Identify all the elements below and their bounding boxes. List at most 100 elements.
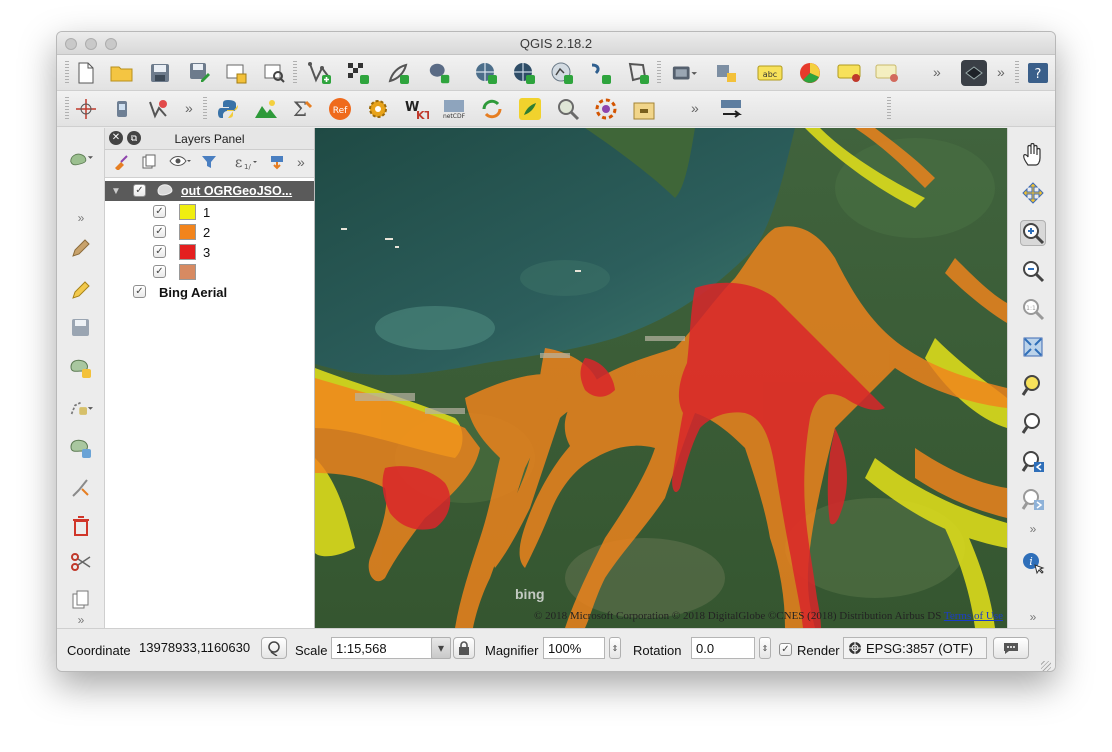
toolbar-grip[interactable] <box>65 61 69 85</box>
toolbar-overflow-icon[interactable]: » <box>997 64 1005 80</box>
field-calculator-icon[interactable]: Σ <box>289 96 315 122</box>
toolbar-overflow-icon[interactable]: » <box>933 64 941 80</box>
legend-checkbox[interactable]: ✓ <box>153 265 166 278</box>
node-tool-icon[interactable] <box>69 396 93 420</box>
new-print-composer-icon[interactable] <box>223 60 249 86</box>
rotation-field[interactable]: 0.0 <box>691 637 755 659</box>
plugins-icon[interactable] <box>365 96 391 122</box>
zoom-native-icon[interactable]: 1:1 <box>1020 296 1046 322</box>
toolbar-overflow-icon[interactable]: » <box>185 100 193 116</box>
scale-field[interactable]: 1:15,568 <box>331 637 435 659</box>
toolbar-overflow-icon[interactable]: » <box>297 154 305 170</box>
new-project-icon[interactable] <box>73 60 99 86</box>
toolbar-overflow-icon[interactable]: » <box>691 100 699 116</box>
layer-row-bing[interactable]: ✓ Bing Aerial <box>105 282 314 302</box>
cut-icon[interactable] <box>69 550 93 574</box>
delete-icon[interactable] <box>69 514 93 538</box>
toggle-editing-icon[interactable] <box>69 236 93 260</box>
diagram-icon[interactable] <box>797 60 823 86</box>
zoom-full-icon[interactable] <box>1020 334 1046 360</box>
open-project-icon[interactable] <box>109 60 135 86</box>
zoom-out-icon[interactable] <box>1020 258 1046 284</box>
gps-icon[interactable] <box>109 96 135 122</box>
layer-visibility-checkbox[interactable]: ✓ <box>133 285 146 298</box>
identify-features-icon[interactable]: i <box>1020 550 1046 576</box>
legend-checkbox[interactable]: ✓ <box>153 205 166 218</box>
layer-styling-icon[interactable] <box>113 154 129 173</box>
dark-layer-icon[interactable] <box>961 60 987 86</box>
sync-icon[interactable] <box>479 96 505 122</box>
save-project-icon[interactable] <box>147 60 173 86</box>
raster-terrain-icon[interactable] <box>253 96 279 122</box>
zoom-to-selection-icon[interactable] <box>1020 372 1046 398</box>
move-feature-icon[interactable] <box>69 436 93 460</box>
pencil-icon[interactable] <box>69 278 93 302</box>
legend-item-2[interactable]: ✓ 2 <box>105 222 314 242</box>
add-wms-icon[interactable] <box>473 60 499 86</box>
label-move-icon[interactable] <box>875 60 901 86</box>
expand-all-icon[interactable] <box>269 154 285 173</box>
chevron-down-icon[interactable]: » <box>1020 516 1046 542</box>
add-vector-layer-icon[interactable] <box>69 146 93 170</box>
zoom-in-icon[interactable] <box>1020 220 1046 246</box>
messages-icon[interactable] <box>993 637 1029 659</box>
toolbar-grip[interactable] <box>65 97 69 121</box>
magnifier-stepper[interactable]: ⇕ <box>609 637 621 659</box>
chevron-down-icon[interactable]: » <box>69 206 93 230</box>
pan-hand-icon[interactable] <box>1020 142 1046 168</box>
add-delimited-text-icon[interactable] <box>587 60 613 86</box>
new-geopackage-icon[interactable] <box>713 60 739 86</box>
toolbar-grip[interactable] <box>1015 61 1019 85</box>
coordinate-field[interactable]: 13978933,1160630 <box>135 637 257 659</box>
save-as-icon[interactable] <box>187 60 213 86</box>
scale-dropdown-chevron-icon[interactable]: ▾ <box>431 637 451 659</box>
label-abc-icon[interactable]: abc <box>757 60 783 86</box>
add-virtual-layer-icon[interactable] <box>671 60 697 86</box>
add-feature-icon[interactable] <box>69 356 93 380</box>
legend-checkbox[interactable]: ✓ <box>153 225 166 238</box>
composer-manager-icon[interactable] <box>261 60 287 86</box>
crs-button[interactable]: EPSG:3857 (OTF) <box>843 637 987 659</box>
zoom-next-icon[interactable] <box>1020 486 1046 512</box>
zoom-to-layer-icon[interactable] <box>1020 410 1046 436</box>
magnifier-field[interactable]: 100% <box>543 637 605 659</box>
toolbar-grip[interactable] <box>657 61 661 85</box>
grass-icon[interactable] <box>517 96 543 122</box>
add-postgis-icon[interactable] <box>427 60 453 86</box>
add-wfs-icon[interactable] <box>549 60 575 86</box>
filter-icon[interactable] <box>201 154 217 173</box>
lock-scale-icon[interactable] <box>453 637 475 659</box>
chevron-down-icon[interactable]: » <box>1020 604 1046 630</box>
add-wcs-icon[interactable] <box>511 60 537 86</box>
add-group-icon[interactable] <box>141 154 157 173</box>
db-manager-icon[interactable] <box>631 96 657 122</box>
render-checkbox[interactable]: ✓ <box>779 643 792 656</box>
pan-to-selection-icon[interactable] <box>1020 180 1046 206</box>
layer-visibility-checkbox[interactable]: ✓ <box>133 184 146 197</box>
add-spatialite-icon[interactable] <box>385 60 411 86</box>
map-canvas[interactable]: bing © 2018 Microsoft Corporation © 2018… <box>315 128 1007 628</box>
toggle-extents-icon[interactable] <box>261 637 287 659</box>
visibility-eye-icon[interactable] <box>169 154 191 171</box>
label-pin-icon[interactable] <box>837 60 863 86</box>
new-shapefile-icon[interactable] <box>625 60 651 86</box>
identify-zoom-icon[interactable] <box>555 96 581 122</box>
geometry-checker-icon[interactable] <box>145 96 171 122</box>
filter-expression-icon[interactable]: ε 1/ <box>233 154 259 173</box>
toolbar-grip[interactable] <box>887 97 891 121</box>
ref-icon[interactable]: Ref <box>327 96 353 122</box>
netcdf-icon[interactable]: netCDF <box>441 96 467 122</box>
zoom-last-icon[interactable] <box>1020 448 1046 474</box>
wkt-icon[interactable]: WKT <box>403 96 429 122</box>
collapse-arrow-icon[interactable]: ▼ <box>111 186 121 197</box>
resize-grip[interactable] <box>1041 661 1051 671</box>
save-edits-icon[interactable] <box>69 316 93 340</box>
add-vector-layer-icon[interactable] <box>307 60 333 86</box>
python-icon[interactable] <box>215 96 241 122</box>
toolbar-grip[interactable] <box>203 97 207 121</box>
help-icon[interactable]: ? <box>1025 60 1051 86</box>
add-raster-layer-icon[interactable] <box>345 60 371 86</box>
geojson-export-icon[interactable] <box>719 96 745 122</box>
reshape-icon[interactable] <box>69 476 93 500</box>
legend-item-3[interactable]: ✓ 3 <box>105 242 314 262</box>
